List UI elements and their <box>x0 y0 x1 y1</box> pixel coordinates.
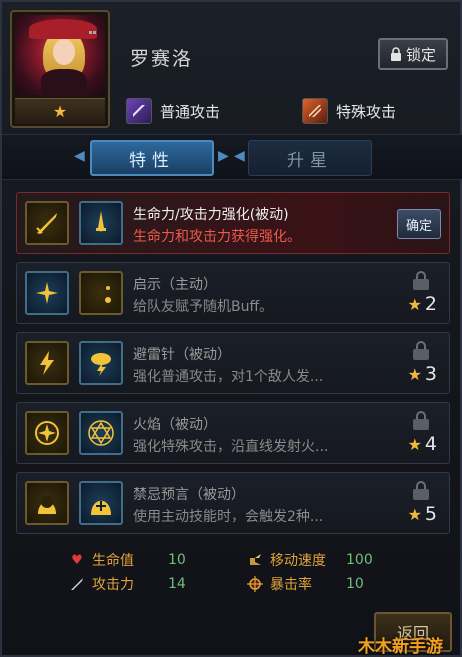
stat-value: 100 <box>346 552 373 568</box>
watermark: 木木新手游 <box>358 637 443 657</box>
lock-icon <box>413 271 429 290</box>
required-stars: ★ 2 <box>408 293 437 315</box>
skill-name: 避雷针（被动） <box>133 347 231 363</box>
special-attack-icon <box>302 98 328 124</box>
lock-icon <box>413 341 429 360</box>
stat-move-speed: 移动速度 100 <box>246 550 373 570</box>
required-stars-value: 4 <box>424 433 437 455</box>
moon-stars-icon <box>79 271 123 315</box>
dagger-icon <box>68 575 86 593</box>
skill-list: 生命力/攻击力强化(被动) 生命力和攻击力获得强化。 确定 启示（主动） 给队友… <box>16 192 450 542</box>
sparkle-burst-icon <box>25 271 69 315</box>
skill-name: 禁忌预言（被动） <box>133 487 245 503</box>
skill-desc: 强化特殊攻击，沿直线发射火... <box>133 439 329 455</box>
stat-label: 暴击率 <box>270 577 312 593</box>
stat-label: 移动速度 <box>270 553 326 569</box>
required-stars: ★ 3 <box>408 363 437 385</box>
thunder-cloud-icon <box>79 341 123 385</box>
skill-desc: 生命力和攻击力获得强化。 <box>133 229 301 245</box>
required-stars-value: 2 <box>424 293 437 315</box>
skill-name: 火焰（被动） <box>133 417 217 433</box>
skill-row-hp-atk-boost[interactable]: 生命力/攻击力强化(被动) 生命力和攻击力获得强化。 确定 <box>16 192 450 254</box>
menu-dots-icon[interactable] <box>89 19 101 34</box>
skill-row-forbidden-prophecy[interactable]: 禁忌预言（被动） 使用主动技能时，会触发2种... ★ 5 <box>16 472 450 534</box>
star-icon: ★ <box>407 434 422 454</box>
special-attack-label: 特殊攻击 <box>336 102 397 121</box>
star-icon: ★ <box>407 294 422 314</box>
lightning-icon <box>25 341 69 385</box>
special-attack[interactable]: 特殊攻击 <box>302 98 396 124</box>
lock-icon <box>413 411 429 430</box>
tab-traits[interactable]: 特性 <box>90 140 214 176</box>
sword-upgrade-icon <box>79 201 123 245</box>
heart-icon: ♥ <box>71 552 83 568</box>
tab-left-arrow-icon: ◀ <box>234 148 245 164</box>
stat-value: 10 <box>168 552 186 568</box>
required-stars: ★ 4 <box>408 433 437 455</box>
hero-star-rating: ★ <box>15 98 105 124</box>
skill-name: 生命力/攻击力强化(被动) <box>133 207 289 223</box>
hero-stats: ♥ 生命值 10 攻击力 14 移动速度 100 暴击率 10 <box>64 546 424 600</box>
hooded-mystic-icon <box>79 481 123 525</box>
normal-attack[interactable]: 普通攻击 <box>126 98 220 124</box>
tab-left-arrow-icon: ◀ <box>74 148 85 164</box>
stat-crit-rate: 暴击率 10 <box>246 574 364 594</box>
star-icon: ★ <box>407 364 422 384</box>
hero-skill-panel: ★ 罗赛洛 锁定 普通攻击 特殊攻击 ◀ 特性 ▶ ◀ 升星 生命力/攻击力强化… <box>0 0 462 657</box>
stat-label: 生命值 <box>92 553 134 569</box>
skill-desc: 使用主动技能时，会触发2种... <box>133 509 324 525</box>
stat-value: 10 <box>346 576 364 592</box>
skill-row-revelation[interactable]: 启示（主动） 给队友赋予随机Buff。 ★ 2 <box>16 262 450 324</box>
skill-desc: 强化普通攻击，对1个敌人发... <box>133 369 324 385</box>
crosshair-icon <box>246 575 264 593</box>
skill-row-flame[interactable]: 火焰（被动） 强化特殊攻击，沿直线发射火... ★ 4 <box>16 402 450 464</box>
sun-burst-icon <box>25 411 69 455</box>
required-stars-value: 3 <box>424 363 437 385</box>
normal-attack-icon <box>126 98 152 124</box>
confirm-button[interactable]: 确定 <box>397 209 441 239</box>
lock-button[interactable]: 锁定 <box>378 38 448 70</box>
stat-label: 攻击力 <box>92 577 134 593</box>
tab-star-up[interactable]: 升星 <box>248 140 372 176</box>
lock-icon <box>390 47 401 61</box>
normal-attack-label: 普通攻击 <box>160 102 221 121</box>
skill-name: 启示（主动） <box>133 277 217 293</box>
stat-value: 14 <box>168 576 186 592</box>
required-stars: ★ 5 <box>408 503 437 525</box>
hooded-head-icon <box>25 481 69 525</box>
hero-portrait <box>15 15 105 97</box>
stat-hp: ♥ 生命值 10 <box>68 550 186 570</box>
tab-right-arrow-icon: ▶ <box>218 148 229 164</box>
tab-bar: ◀ 特性 ▶ ◀ 升星 <box>2 134 462 180</box>
lock-icon <box>413 481 429 500</box>
hero-name: 罗赛洛 <box>130 48 194 70</box>
required-stars-value: 5 <box>424 503 437 525</box>
star-icon: ★ <box>407 504 422 524</box>
stat-attack: 攻击力 14 <box>68 574 186 594</box>
hero-portrait-frame[interactable]: ★ <box>10 10 110 128</box>
winged-boot-icon <box>246 551 264 569</box>
skill-desc: 给队友赋予随机Buff。 <box>133 299 274 315</box>
skill-row-lightning-rod[interactable]: 避雷针（被动） 强化普通攻击，对1个敌人发... ★ 3 <box>16 332 450 394</box>
lock-button-label: 锁定 <box>405 45 436 64</box>
star-icon: ★ <box>52 102 68 121</box>
hexagram-icon <box>79 411 123 455</box>
sword-icon <box>25 201 69 245</box>
